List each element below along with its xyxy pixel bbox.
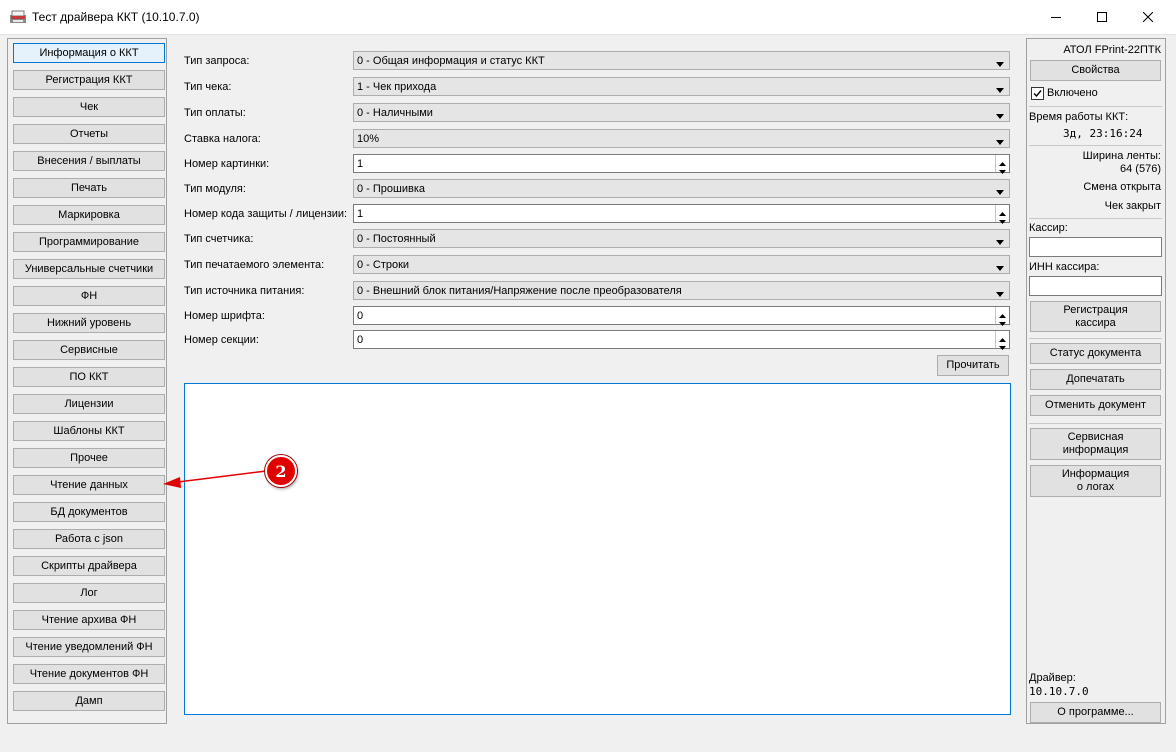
cashier-input[interactable] — [1029, 237, 1162, 257]
cashier-inn-label: ИНН кассира: — [1029, 261, 1100, 273]
separator — [1029, 218, 1162, 219]
separator — [1029, 338, 1162, 339]
separator — [1029, 423, 1162, 424]
receipt-status: Чек закрыт — [1104, 200, 1161, 212]
driver-label: Драйвер: — [1029, 672, 1076, 684]
cashier-inn-input[interactable] — [1029, 276, 1162, 296]
uptime-value: 3д, 23:16:24 — [1063, 127, 1143, 140]
uptime-label: Время работы ККТ: — [1029, 111, 1129, 123]
tape-width-label: Ширина ленты: — [1082, 150, 1161, 162]
check-icon — [1033, 90, 1042, 98]
logs-info-button[interactable]: Информация о логах — [1030, 465, 1161, 497]
document-status-button[interactable]: Статус документа — [1030, 343, 1161, 364]
service-info-button[interactable]: Сервисная информация — [1030, 428, 1161, 460]
about-button[interactable]: О программе... — [1030, 702, 1161, 723]
annotation-badge: 2 — [265, 455, 297, 487]
shift-status: Смена открыта — [1083, 181, 1161, 193]
cashier-label: Кассир: — [1029, 222, 1068, 234]
separator — [1029, 145, 1162, 146]
annotation-arrow — [163, 470, 267, 488]
cancel-document-button[interactable]: Отменить документ — [1030, 395, 1161, 416]
driver-version: 10.10.7.0 — [1029, 685, 1089, 698]
separator — [1029, 106, 1162, 107]
properties-button[interactable]: Свойства — [1030, 60, 1161, 81]
enabled-label: Включено — [1047, 87, 1098, 99]
reprint-button[interactable]: Допечатать — [1030, 369, 1161, 390]
tape-width-value: 64 (576) — [1120, 163, 1161, 175]
device-name: АТОЛ FPrint-22ПТК — [1063, 44, 1161, 56]
enabled-checkbox[interactable] — [1031, 87, 1044, 100]
right-panel: АТОЛ FPrint-22ПТК Свойства Включено Врем… — [1026, 38, 1166, 724]
register-cashier-button[interactable]: Регистрация кассира — [1030, 301, 1161, 332]
